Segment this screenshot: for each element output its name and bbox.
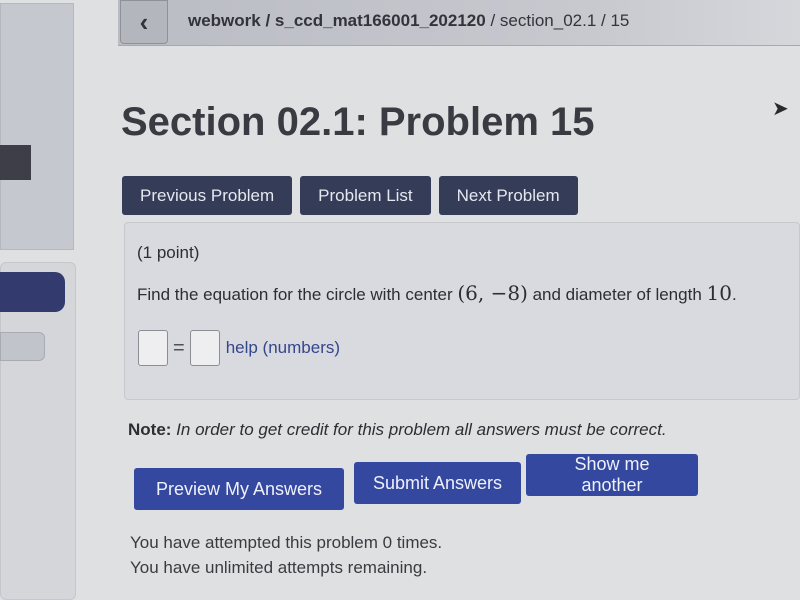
attempts-status: You have attempted this problem 0 times.… [130,530,442,580]
question-text: and diameter of length [527,285,707,304]
attempted-count: You have attempted this problem 0 times. [130,533,443,552]
mouse-pointer-icon: ➤ [772,98,789,120]
problem-box [124,222,800,400]
back-button[interactable]: ‹ [120,0,168,44]
attempts-remaining: You have unlimited attempts remaining. [130,558,428,577]
breadcrumb: webwork / s_ccd_mat166001_202120 / secti… [188,11,629,31]
question-text: . [731,285,737,304]
previous-problem-button[interactable]: Previous Problem [122,176,293,215]
problem-nav: Previous Problem Problem List Next Probl… [122,176,578,215]
answer-actions: Preview My Answers Submit Answers Show m… [134,454,704,512]
chevron-left-icon: ‹ [139,6,149,37]
equals-sign: = [173,336,185,359]
submit-answers-button[interactable]: Submit Answers [354,462,521,504]
answer-right-input[interactable] [189,330,220,366]
sidebar-item-active[interactable] [0,272,65,312]
problem-points: (1 point) [137,243,200,262]
sidebar-nav-panel [0,262,76,600]
sidebar-dark-block [0,145,31,180]
sidebar-panel [0,3,74,250]
note: Note: In order to get credit for this pr… [128,420,667,440]
center-math: (6, −8) [457,281,528,305]
help-link[interactable]: help (numbers) [226,338,340,358]
diameter-math: 10 [706,281,732,305]
question-text: Find the equation for the circle with ce… [137,285,458,304]
show-another-button[interactable]: Show me another [526,454,698,496]
preview-answers-button[interactable]: Preview My Answers [134,468,344,510]
next-problem-button[interactable]: Next Problem [438,176,578,215]
answer-left-input[interactable] [138,330,168,366]
breadcrumb-section: / section_02.1 / 15 [485,11,630,30]
problem-question: Find the equation for the circle with ce… [137,281,737,305]
note-text: In order to get credit for this problem … [171,420,667,439]
page-title: Section 02.1: Problem 15 [121,100,595,144]
note-label: Note: [128,420,172,439]
answer-row: = help (numbers) [138,330,340,366]
problem-list-button[interactable]: Problem List [300,176,431,215]
breadcrumb-course[interactable]: webwork / s_ccd_mat166001_202120 [188,11,486,30]
sidebar-item[interactable] [0,332,45,361]
